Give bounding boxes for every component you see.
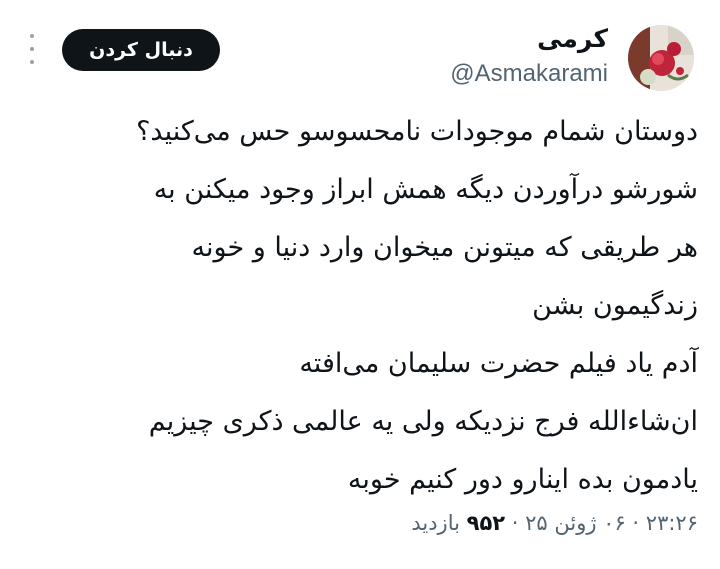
meta-separator: · xyxy=(511,511,519,535)
menu-dot xyxy=(30,34,34,38)
display-name[interactable]: کرمی xyxy=(537,24,608,53)
profile-photo-roses-icon xyxy=(628,25,694,91)
views-label: بازدید xyxy=(411,511,460,535)
menu-dot xyxy=(30,60,34,64)
tweet-line: یادمون بده اینارو دور کنیم خوبه xyxy=(347,464,698,495)
tweet-date[interactable]: ۰۶ ژوئن ۲۵ xyxy=(525,511,626,535)
tweet-line: هر طریقی که میتونن میخوان وارد دنیا و خو… xyxy=(191,232,698,263)
tweet-line: شورشو درآوردن دیگه همش ابراز وجود میکنن … xyxy=(153,174,698,205)
tweet-time[interactable]: ۲۳:۲۶ xyxy=(646,511,698,535)
menu-dot xyxy=(30,47,34,51)
tweet-text: دوستان شمام موجودات نامحسوسو حس می‌کنید؟… xyxy=(38,103,698,509)
tweet-line: زندگیمون بشن xyxy=(532,290,698,321)
meta-separator: · xyxy=(632,511,640,535)
more-options-icon[interactable] xyxy=(22,34,42,64)
tweet-meta: ۲۳:۲۶ · ۰۶ ژوئن ۲۵ · ۹۵۲ بازدید xyxy=(411,511,698,535)
user-handle[interactable]: @Asmakarami xyxy=(450,60,608,88)
follow-button[interactable]: دنبال کردن xyxy=(62,29,220,71)
views-count: ۹۵۲ xyxy=(466,511,506,535)
tweet-line: ان‌شاءالله فرج نزدیکه ولی یه عالمی ذکری … xyxy=(148,406,698,437)
tweet-line: آدم یاد فیلم حضرت سلیمان می‌افته xyxy=(299,348,698,379)
avatar[interactable] xyxy=(628,25,694,91)
tweet-line: دوستان شمام موجودات نامحسوسو حس می‌کنید؟ xyxy=(136,116,698,147)
